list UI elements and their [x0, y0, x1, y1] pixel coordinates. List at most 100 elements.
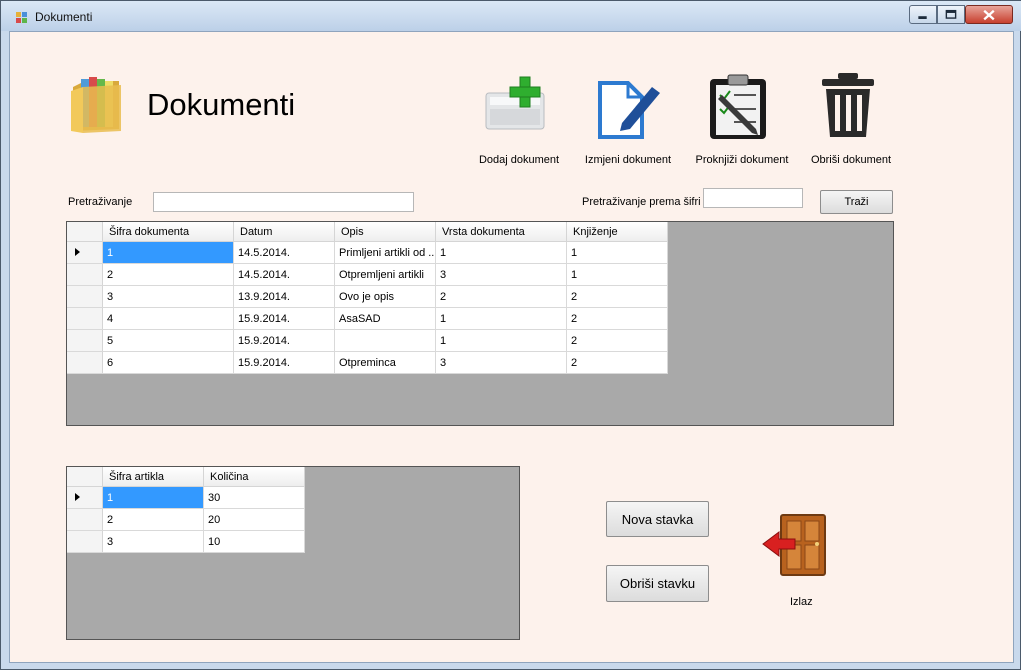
edit-document-icon	[598, 81, 660, 139]
exit-button[interactable]	[761, 511, 829, 577]
maximize-button[interactable]	[937, 5, 965, 24]
row-header[interactable]	[67, 263, 103, 286]
table-cell[interactable]: Ovo je opis	[334, 285, 436, 308]
table-cell[interactable]: 14.5.2014.	[233, 241, 335, 264]
row-header[interactable]	[67, 508, 103, 531]
table-cell[interactable]: 20	[203, 508, 305, 531]
add-document-label[interactable]: Dodaj dokument	[464, 154, 574, 166]
minimize-button[interactable]	[909, 5, 937, 24]
close-button[interactable]	[965, 5, 1013, 24]
table-cell[interactable]: 1	[566, 263, 668, 286]
new-item-button[interactable]: Nova stavka	[606, 501, 709, 537]
row-header[interactable]	[67, 530, 103, 553]
table-cell[interactable]: 13.9.2014.	[233, 285, 335, 308]
table-cell[interactable]: 3	[435, 263, 567, 286]
title-bar: Dokumenti	[1, 1, 1021, 31]
table-cell[interactable]: 2	[566, 329, 668, 352]
column-header[interactable]: Šifra artikla	[102, 467, 204, 487]
window-title: Dokumenti	[35, 10, 93, 24]
column-header[interactable]: Šifra dokumenta	[102, 222, 234, 242]
table-cell[interactable]: 3	[102, 285, 234, 308]
table-row[interactable]: 1 14.5.2014. Primljeni artikli od ... 1 1	[67, 241, 668, 264]
column-header[interactable]: Količina	[203, 467, 305, 487]
table-cell[interactable]: 1	[102, 486, 204, 509]
table-cell[interactable]: AsaSAD	[334, 307, 436, 330]
edit-document-label[interactable]: Izmjeni dokument	[573, 154, 683, 166]
table-cell[interactable]	[334, 329, 436, 352]
exit-label[interactable]: Izlaz	[790, 596, 813, 608]
column-header[interactable]: Vrsta dokumenta	[435, 222, 567, 242]
table-row[interactable]: 1 30	[67, 486, 305, 509]
table-cell[interactable]: 2	[102, 263, 234, 286]
delete-item-button[interactable]: Obriši stavku	[606, 565, 709, 602]
table-row[interactable]: 4 15.9.2014. AsaSAD 1 2	[67, 307, 668, 330]
search-button[interactable]: Traži	[820, 190, 893, 214]
table-cell[interactable]: 14.5.2014.	[233, 263, 335, 286]
table-cell[interactable]: 30	[203, 486, 305, 509]
documents-grid[interactable]: Šifra dokumenta Datum Opis Vrsta dokumen…	[66, 221, 894, 426]
table-cell[interactable]: 1	[435, 241, 567, 264]
code-search-input[interactable]	[703, 188, 803, 208]
table-row[interactable]: 3 13.9.2014. Ovo je opis 2 2	[67, 285, 668, 308]
post-document-button[interactable]	[702, 71, 772, 141]
delete-document-button[interactable]	[814, 71, 884, 141]
page-title: Dokumenti	[147, 87, 296, 122]
clipboard-icon	[710, 74, 766, 139]
table-row[interactable]: 6 15.9.2014. Otpreminca 3 2	[67, 351, 668, 374]
column-header[interactable]: Opis	[334, 222, 436, 242]
table-cell[interactable]: Otpremljeni artikli	[334, 263, 436, 286]
row-header[interactable]	[67, 351, 103, 374]
table-cell[interactable]: 1	[566, 241, 668, 264]
trash-icon	[822, 73, 874, 137]
items-grid[interactable]: Šifra artikla Količina 1 30 2 20 3 10	[66, 466, 520, 640]
add-document-button[interactable]	[482, 71, 552, 141]
table-cell[interactable]: 3	[102, 530, 204, 553]
table-cell[interactable]: 10	[203, 530, 305, 553]
table-cell[interactable]: 2	[566, 351, 668, 374]
column-header[interactable]: Knjiženje	[566, 222, 668, 242]
app-icon	[16, 12, 27, 23]
table-cell[interactable]: 15.9.2014.	[233, 351, 335, 374]
table-cell[interactable]: 1	[435, 307, 567, 330]
table-cell[interactable]: 2	[566, 307, 668, 330]
row-header[interactable]	[67, 241, 103, 264]
minimize-icon	[918, 16, 927, 19]
row-header[interactable]	[67, 486, 103, 509]
table-cell[interactable]: 3	[435, 351, 567, 374]
folder-documents-icon	[71, 77, 121, 133]
code-search-label: Pretraživanje prema šifri	[582, 196, 701, 208]
exit-door-icon	[762, 514, 826, 576]
row-header[interactable]	[67, 307, 103, 330]
table-cell[interactable]: 1	[435, 329, 567, 352]
table-cell[interactable]: 4	[102, 307, 234, 330]
table-row[interactable]: 5 15.9.2014. 1 2	[67, 329, 668, 352]
table-cell[interactable]: Primljeni artikli od ...	[334, 241, 436, 264]
maximize-icon	[945, 9, 957, 19]
table-cell[interactable]: 15.9.2014.	[233, 307, 335, 330]
table-cell[interactable]: 5	[102, 329, 234, 352]
table-cell[interactable]: 1	[102, 241, 234, 264]
row-header[interactable]	[67, 329, 103, 352]
search-label: Pretraživanje	[68, 196, 133, 208]
table-cell[interactable]: 2	[435, 285, 567, 308]
search-input[interactable]	[153, 192, 414, 212]
add-document-icon	[485, 76, 545, 130]
items-table: Šifra artikla Količina 1 30 2 20 3 10	[67, 467, 305, 553]
table-cell[interactable]: 15.9.2014.	[233, 329, 335, 352]
table-row[interactable]: 2 14.5.2014. Otpremljeni artikli 3 1	[67, 263, 668, 286]
main-window: Dokumenti Dokumenti Dodaj dokument Izmje…	[0, 0, 1021, 670]
table-cell[interactable]: 2	[566, 285, 668, 308]
table-cell[interactable]: 2	[102, 508, 204, 531]
row-header[interactable]	[67, 285, 103, 308]
table-cell[interactable]: 6	[102, 351, 234, 374]
post-document-label[interactable]: Proknjiži dokument	[687, 154, 797, 166]
table-row[interactable]: 2 20	[67, 508, 305, 531]
current-row-arrow-icon	[75, 492, 80, 501]
documents-table: Šifra dokumenta Datum Opis Vrsta dokumen…	[67, 222, 668, 374]
delete-document-label[interactable]: Obriši dokument	[796, 154, 906, 166]
table-row[interactable]: 3 10	[67, 530, 305, 553]
column-header[interactable]: Datum	[233, 222, 335, 242]
close-icon	[983, 9, 995, 21]
table-cell[interactable]: Otpreminca	[334, 351, 436, 374]
edit-document-button[interactable]	[592, 71, 662, 141]
